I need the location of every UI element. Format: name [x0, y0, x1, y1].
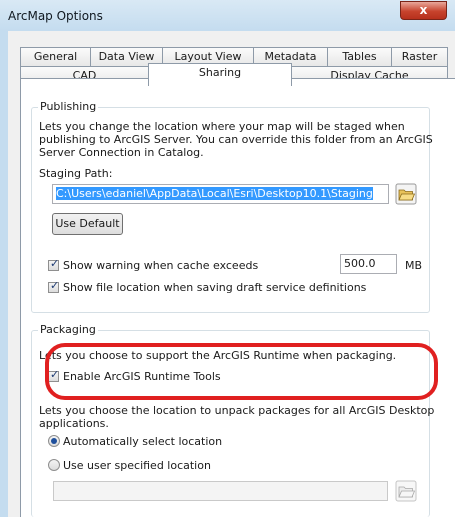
tab-general[interactable]: General — [20, 47, 91, 67]
tab-raster[interactable]: Raster — [391, 47, 448, 67]
warn-cache-checkbox[interactable]: ✓ — [48, 257, 60, 271]
auto-location-radio[interactable] — [48, 435, 60, 447]
publishing-title: Publishing — [38, 100, 99, 113]
staging-path-value: C:\Users\edaniel\AppData\Local\Esri\Desk… — [56, 187, 373, 200]
check-icon: ✓ — [50, 257, 60, 270]
check-icon: ✓ — [50, 279, 60, 292]
cache-size-input[interactable]: 500.0 — [340, 254, 397, 274]
close-button[interactable]: x — [400, 1, 447, 20]
runtime-tools-checkbox[interactable]: ✓ — [48, 368, 60, 382]
folder-open-icon[interactable] — [395, 183, 417, 205]
show-location-label: Show file location when saving draft ser… — [63, 281, 367, 294]
packaging-title: Packaging — [38, 323, 98, 336]
publishing-desc-line2: publishing to ArcGIS Server. You can ove… — [39, 133, 433, 146]
publishing-desc-line1: Lets you change the location where your … — [39, 120, 405, 133]
tab-tables[interactable]: Tables — [327, 47, 392, 67]
staging-path-input[interactable]: C:\Users\edaniel\AppData\Local\Esri\Desk… — [52, 184, 389, 204]
staging-path-label: Staging Path: — [39, 167, 113, 180]
runtime-tools-label: Enable ArcGIS Runtime Tools — [63, 370, 221, 383]
warn-cache-label: Show warning when cache exceeds — [63, 259, 259, 272]
title-bar: ArcMap Options x — [0, 0, 455, 31]
folder-open-disabled-icon[interactable] — [395, 480, 417, 502]
unpack-desc-line2: applications. — [39, 417, 109, 430]
auto-location-label: Automatically select location — [63, 435, 223, 448]
use-default-button[interactable]: Use Default — [52, 213, 123, 235]
radio-dot — [51, 438, 57, 444]
unpack-desc-line1: Lets you choose the location to unpack p… — [39, 404, 435, 417]
user-location-input[interactable] — [53, 481, 388, 501]
user-location-label: Use user specified location — [63, 459, 211, 472]
publishing-desc-line3: Server Connection in Catalog. — [39, 146, 204, 159]
user-location-radio[interactable] — [48, 459, 60, 471]
check-icon: ✓ — [50, 368, 60, 381]
show-location-checkbox[interactable]: ✓ — [48, 279, 60, 293]
window-title: ArcMap Options — [8, 9, 103, 23]
cache-unit-label: MB — [405, 259, 423, 272]
runtime-desc: Lets you choose to support the ArcGIS Ru… — [39, 349, 397, 362]
tab-sharing[interactable]: Sharing — [148, 63, 292, 86]
